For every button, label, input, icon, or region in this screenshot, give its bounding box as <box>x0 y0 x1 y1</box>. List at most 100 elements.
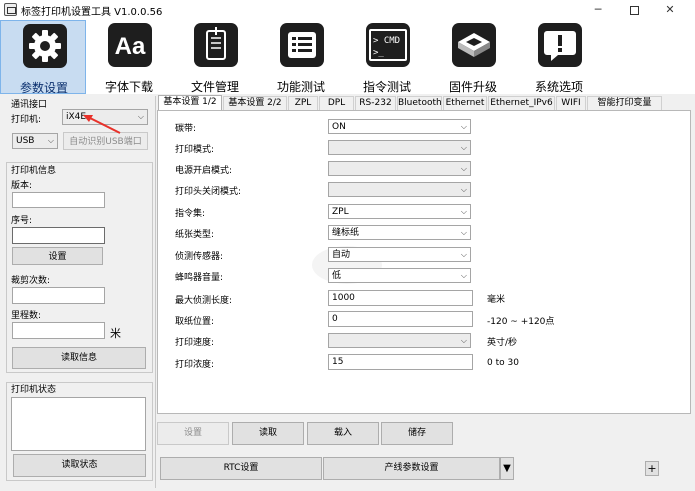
max-detect-length-label: 最大侦测长度: <box>175 296 233 306</box>
head-close-mode-label: 打印头关闭模式: <box>175 187 242 197</box>
printer-info-title: 打印机信息 <box>11 166 57 176</box>
print-speed-unit: 英寸/秒 <box>487 338 518 348</box>
production-params-button[interactable]: 产线参数设置 <box>323 457 500 480</box>
tool-label: 功能测试 <box>276 80 325 94</box>
gear-icon <box>23 24 67 68</box>
read-status-button[interactable]: 读取状态 <box>13 454 146 477</box>
chip-icon <box>452 23 496 67</box>
panel-divider <box>155 96 156 488</box>
buzzer-volume-value: 低 <box>332 271 342 281</box>
title-bar: 标签打印机设置工具 V1.0.0.56 ─ ✕ <box>0 0 695 20</box>
serial-label: 序号: <box>11 216 33 226</box>
font-aa-icon: Aa <box>108 23 152 67</box>
chevron-down-icon: ⌵ <box>460 271 467 280</box>
paper-type-label: 纸张类型: <box>175 230 215 240</box>
annotation-arrow-icon <box>83 115 121 134</box>
serial-field[interactable] <box>12 227 105 244</box>
tab-wifi[interactable]: WIFI <box>556 96 586 110</box>
main-toolbar: 参数设置 Aa 字体下载 文件管理 功能测试 > CMD >_ 指令测试 固件升… <box>0 20 695 95</box>
add-button[interactable]: + <box>645 461 659 476</box>
production-dropdown-button[interactable]: ▼ <box>500 457 514 480</box>
ribbon-select[interactable]: ON ⌵ <box>328 119 471 134</box>
tab-bluetooth[interactable]: Bluetooth <box>397 96 442 110</box>
tab-ethernet-ipv6[interactable]: Ethernet_IPv6 <box>488 96 555 110</box>
comm-group-title: 通讯接口 <box>11 100 48 110</box>
ribbon-label: 碳带: <box>175 124 197 134</box>
tool-label: 固件升级 <box>448 80 497 94</box>
buzzer-volume-select[interactable]: 低 ⌵ <box>328 268 471 283</box>
chevron-down-icon: ⌵ <box>137 112 144 121</box>
document-icon <box>194 23 238 67</box>
chevron-down-icon: ⌵ <box>460 122 467 131</box>
chevron-down-icon: ⌵ <box>47 136 54 145</box>
load-button[interactable]: 载入 <box>307 422 379 445</box>
set-button[interactable]: 设置 <box>157 422 229 445</box>
maximize-button[interactable] <box>618 0 650 20</box>
sensor-select[interactable]: 自动 ⌵ <box>328 247 471 262</box>
command-set-select[interactable]: ZPL ⌵ <box>328 204 471 219</box>
print-mode-label: 打印模式: <box>175 145 215 155</box>
tool-system-options[interactable]: 系统选项 <box>516 20 602 94</box>
max-detect-length-input[interactable]: 1000 <box>328 290 473 306</box>
print-speed-label: 打印速度: <box>175 338 215 348</box>
cut-count-label: 裁剪次数: <box>11 276 51 286</box>
tool-file-management[interactable]: 文件管理 <box>172 20 258 94</box>
tool-firmware-upgrade[interactable]: 固件升级 <box>430 20 516 94</box>
command-set-label: 指令集: <box>175 209 206 219</box>
tab-basic-settings-2[interactable]: 基本设置 2/2 <box>223 96 287 110</box>
print-mode-select[interactable]: ⌵ <box>328 140 471 155</box>
max-detect-length-value: 1000 <box>332 293 355 303</box>
tab-smart-print-variables[interactable]: 智能打印变量 <box>587 96 662 110</box>
ribbon-value: ON <box>332 122 346 132</box>
mileage-label: 里程数: <box>11 311 42 321</box>
chevron-down-icon: ⌵ <box>460 164 467 173</box>
tool-parameter-settings[interactable]: 参数设置 <box>0 20 86 95</box>
paper-type-select[interactable]: 缝标纸 ⌵ <box>328 225 471 240</box>
port-select[interactable]: USB ⌵ <box>12 133 58 149</box>
svg-text:> CMD: > CMD <box>373 36 400 46</box>
tool-function-test[interactable]: 功能测试 <box>258 20 344 94</box>
paper-position-label: 取纸位置: <box>175 317 215 327</box>
save-button[interactable]: 储存 <box>381 422 453 445</box>
tab-dpl[interactable]: DPL <box>319 96 354 110</box>
mileage-unit: 米 <box>110 327 121 340</box>
close-button[interactable]: ✕ <box>654 0 686 20</box>
svg-text:>_: >_ <box>373 48 384 58</box>
tab-rs232[interactable]: RS-232 <box>355 96 396 110</box>
cut-count-field[interactable] <box>12 287 105 304</box>
port-select-value: USB <box>16 136 35 146</box>
print-density-input[interactable]: 15 <box>328 354 473 370</box>
print-speed-select[interactable]: ⌵ <box>328 333 471 348</box>
minimize-button[interactable]: ─ <box>582 0 614 20</box>
chevron-down-icon: ⌵ <box>460 336 467 345</box>
tab-basic-settings-1[interactable]: 基本设置 1/2 <box>158 95 222 111</box>
tool-font-download[interactable]: Aa 字体下载 <box>86 20 172 94</box>
list-icon <box>280 23 324 67</box>
tool-label: 文件管理 <box>190 80 239 94</box>
tab-zpl[interactable]: ZPL <box>288 96 318 110</box>
tool-command-test[interactable]: > CMD >_ 指令测试 <box>344 20 430 94</box>
paper-type-value: 缝标纸 <box>332 228 360 238</box>
set-serial-button[interactable]: 设置 <box>12 247 103 265</box>
version-field[interactable] <box>12 192 105 208</box>
tool-label: 字体下载 <box>104 80 153 94</box>
sensor-value: 自动 <box>332 250 351 260</box>
paper-position-range: -120 ~ +120点 <box>487 317 555 327</box>
paper-position-value: 0 <box>332 314 338 324</box>
tab-ethernet[interactable]: Ethernet <box>443 96 487 110</box>
power-on-mode-select[interactable]: ⌵ <box>328 161 471 176</box>
head-close-mode-select[interactable]: ⌵ <box>328 182 471 197</box>
read-button[interactable]: 读取 <box>232 422 304 445</box>
rtc-settings-button[interactable]: RTC设置 <box>160 457 322 480</box>
paper-position-input[interactable]: 0 <box>328 311 473 327</box>
tool-label: 指令测试 <box>362 80 411 94</box>
printer-status-textarea[interactable] <box>11 397 146 451</box>
app-icon <box>4 3 17 16</box>
tool-label: 参数设置 <box>19 81 68 95</box>
chevron-down-icon: ⌵ <box>460 143 467 152</box>
read-info-button[interactable]: 读取信息 <box>12 347 146 369</box>
max-detect-length-unit: 毫米 <box>487 295 506 305</box>
chevron-down-icon: ⌵ <box>460 207 467 216</box>
info-message-icon <box>538 23 582 67</box>
mileage-field[interactable] <box>12 322 105 339</box>
